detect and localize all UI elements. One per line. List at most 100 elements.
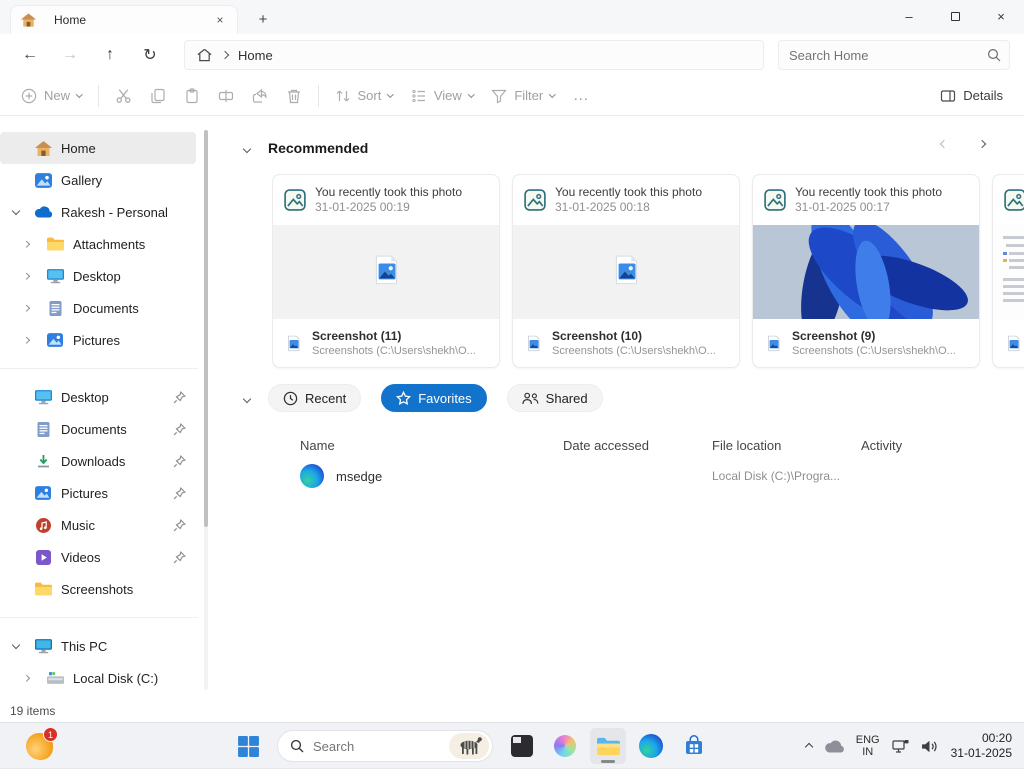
navigation-pane: Home Gallery Rakesh - Personal Attachmen… bbox=[0, 116, 212, 700]
search-home-input[interactable] bbox=[789, 48, 987, 63]
restore-button[interactable] bbox=[932, 0, 978, 33]
column-header-name[interactable]: Name bbox=[300, 438, 563, 453]
sidebar-item-screenshots[interactable]: Screenshots bbox=[0, 573, 196, 605]
tray-time: 00:20 bbox=[951, 731, 1012, 746]
recommended-card[interactable]: You recently took this photo 31-01-2025 … bbox=[272, 174, 500, 368]
taskbar-copilot-icon[interactable] bbox=[547, 728, 583, 764]
taskbar-search-input[interactable] bbox=[313, 739, 440, 754]
status-bar: 19 items bbox=[0, 700, 1024, 722]
cut-icon bbox=[115, 87, 132, 104]
sidebar-item-pictures-pinned[interactable]: Pictures bbox=[0, 477, 196, 509]
column-header-activity[interactable]: Activity bbox=[861, 438, 961, 453]
paste-button[interactable] bbox=[175, 80, 209, 112]
sidebar-item-onedrive[interactable]: Rakesh - Personal bbox=[0, 196, 196, 228]
share-button[interactable] bbox=[243, 80, 277, 112]
back-button[interactable]: ← bbox=[10, 39, 50, 71]
volume-icon[interactable] bbox=[921, 739, 939, 754]
chevron-down-icon[interactable] bbox=[11, 211, 21, 214]
sort-button[interactable]: Sort bbox=[326, 80, 402, 112]
rename-icon bbox=[218, 88, 234, 104]
taskbar-dark-app-icon[interactable] bbox=[504, 728, 540, 764]
tab-recent[interactable]: Recent bbox=[268, 384, 361, 412]
close-button[interactable]: × bbox=[978, 0, 1024, 33]
sidebar-item-desktop-pinned[interactable]: Desktop bbox=[0, 381, 196, 413]
new-tab-button[interactable]: + bbox=[250, 6, 276, 32]
file-name: msedge bbox=[336, 469, 382, 484]
activity-collapse-chevron-icon[interactable] bbox=[244, 389, 250, 407]
chevron-right-icon[interactable] bbox=[21, 676, 31, 681]
delete-button[interactable] bbox=[277, 80, 311, 112]
image-file-icon bbox=[1004, 335, 1023, 354]
sidebar-item-documents-onedrive[interactable]: Documents bbox=[0, 292, 196, 324]
tab-shared[interactable]: Shared bbox=[507, 384, 603, 412]
recommended-collapse-chevron-icon[interactable] bbox=[244, 139, 250, 157]
chevron-right-icon[interactable] bbox=[21, 274, 31, 279]
onedrive-tray-icon[interactable] bbox=[824, 740, 844, 753]
network-icon[interactable] bbox=[892, 739, 909, 754]
table-row[interactable]: msedge Local Disk (C:)\Progra... bbox=[300, 458, 1024, 494]
pin-icon bbox=[173, 487, 186, 500]
taskbar-store-icon[interactable] bbox=[676, 728, 712, 764]
sidebar-item-local-disk-c[interactable]: Local Disk (C:) bbox=[0, 662, 196, 694]
screenshot-preview bbox=[1001, 232, 1024, 312]
sidebar-scrollbar-thumb[interactable] bbox=[204, 130, 208, 527]
taskbar-search-box[interactable] bbox=[277, 730, 493, 762]
sidebar-item-desktop-onedrive[interactable]: Desktop bbox=[0, 260, 196, 292]
sidebar-item-videos-pinned[interactable]: Videos bbox=[0, 541, 196, 573]
carousel-next-button[interactable] bbox=[974, 136, 990, 152]
sidebar-item-this-pc[interactable]: This PC bbox=[0, 630, 196, 662]
chevron-down-icon[interactable] bbox=[11, 645, 21, 648]
details-button[interactable]: Details bbox=[931, 80, 1012, 112]
sidebar-item-downloads-pinned[interactable]: Downloads bbox=[0, 445, 196, 477]
breadcrumb-location[interactable]: Home bbox=[238, 48, 273, 63]
tab-favorites[interactable]: Favorites bbox=[381, 384, 486, 412]
forward-button[interactable]: → bbox=[50, 39, 90, 71]
search-home-box[interactable] bbox=[778, 40, 1010, 70]
refresh-button[interactable]: ↻ bbox=[130, 39, 170, 71]
window-controls: – × bbox=[886, 0, 1024, 33]
start-button[interactable] bbox=[230, 728, 266, 764]
details-icon bbox=[940, 88, 956, 104]
pin-icon bbox=[173, 391, 186, 404]
cut-button[interactable] bbox=[106, 80, 141, 112]
rename-button[interactable] bbox=[209, 80, 243, 112]
taskbar-center bbox=[230, 728, 712, 764]
sidebar-item-documents-pinned[interactable]: Documents bbox=[0, 413, 196, 445]
onedrive-cloud-icon bbox=[34, 203, 52, 221]
chevron-right-icon[interactable] bbox=[21, 338, 31, 343]
recommended-card[interactable]: You recently took this photo 31-01-2025 … bbox=[752, 174, 980, 368]
recommended-card[interactable]: You recently took this photo 31-01-2025 … bbox=[512, 174, 740, 368]
hidden-icons-chevron-icon[interactable] bbox=[806, 737, 812, 755]
taskbar-file-explorer-icon[interactable] bbox=[590, 728, 626, 764]
taskbar-notification-area[interactable]: 1 bbox=[26, 733, 53, 760]
card-file-name: Screenshot (9) bbox=[792, 329, 956, 344]
carousel-previous-button[interactable] bbox=[936, 136, 952, 152]
tab-close-button[interactable]: × bbox=[211, 11, 229, 29]
sidebar-item-home[interactable]: Home bbox=[0, 132, 196, 164]
chevron-right-icon[interactable] bbox=[21, 242, 31, 247]
notification-app-icon[interactable]: 1 bbox=[26, 733, 53, 760]
sidebar-item-pictures-onedrive[interactable]: Pictures bbox=[0, 324, 196, 356]
up-button[interactable]: ↑ bbox=[90, 39, 130, 71]
image-file-icon bbox=[764, 335, 783, 354]
search-highlight-zebra-image[interactable] bbox=[449, 733, 489, 759]
copy-button[interactable] bbox=[141, 80, 175, 112]
sidebar-item-gallery[interactable]: Gallery bbox=[0, 164, 196, 196]
language-indicator[interactable]: ENG IN bbox=[856, 734, 880, 758]
sidebar-item-music-pinned[interactable]: Music bbox=[0, 509, 196, 541]
recommended-card-partial[interactable] bbox=[992, 174, 1024, 368]
card-file-location: Screenshots (C:\Users\shekh\O... bbox=[312, 344, 476, 359]
new-button[interactable]: New bbox=[12, 80, 91, 112]
sidebar-item-attachments[interactable]: Attachments bbox=[0, 228, 196, 260]
column-header-date-accessed[interactable]: Date accessed bbox=[563, 438, 712, 453]
breadcrumb[interactable]: Home bbox=[184, 40, 764, 70]
more-options-button[interactable]: … bbox=[564, 80, 599, 112]
column-header-file-location[interactable]: File location bbox=[712, 438, 861, 453]
explorer-tab-home[interactable]: Home × bbox=[10, 5, 238, 34]
taskbar-clock[interactable]: 00:20 31-01-2025 bbox=[951, 731, 1016, 761]
view-button[interactable]: View bbox=[402, 80, 482, 112]
filter-button[interactable]: Filter bbox=[482, 80, 563, 112]
chevron-right-icon[interactable] bbox=[21, 306, 31, 311]
minimize-button[interactable]: – bbox=[886, 0, 932, 33]
taskbar-edge-icon[interactable] bbox=[633, 728, 669, 764]
